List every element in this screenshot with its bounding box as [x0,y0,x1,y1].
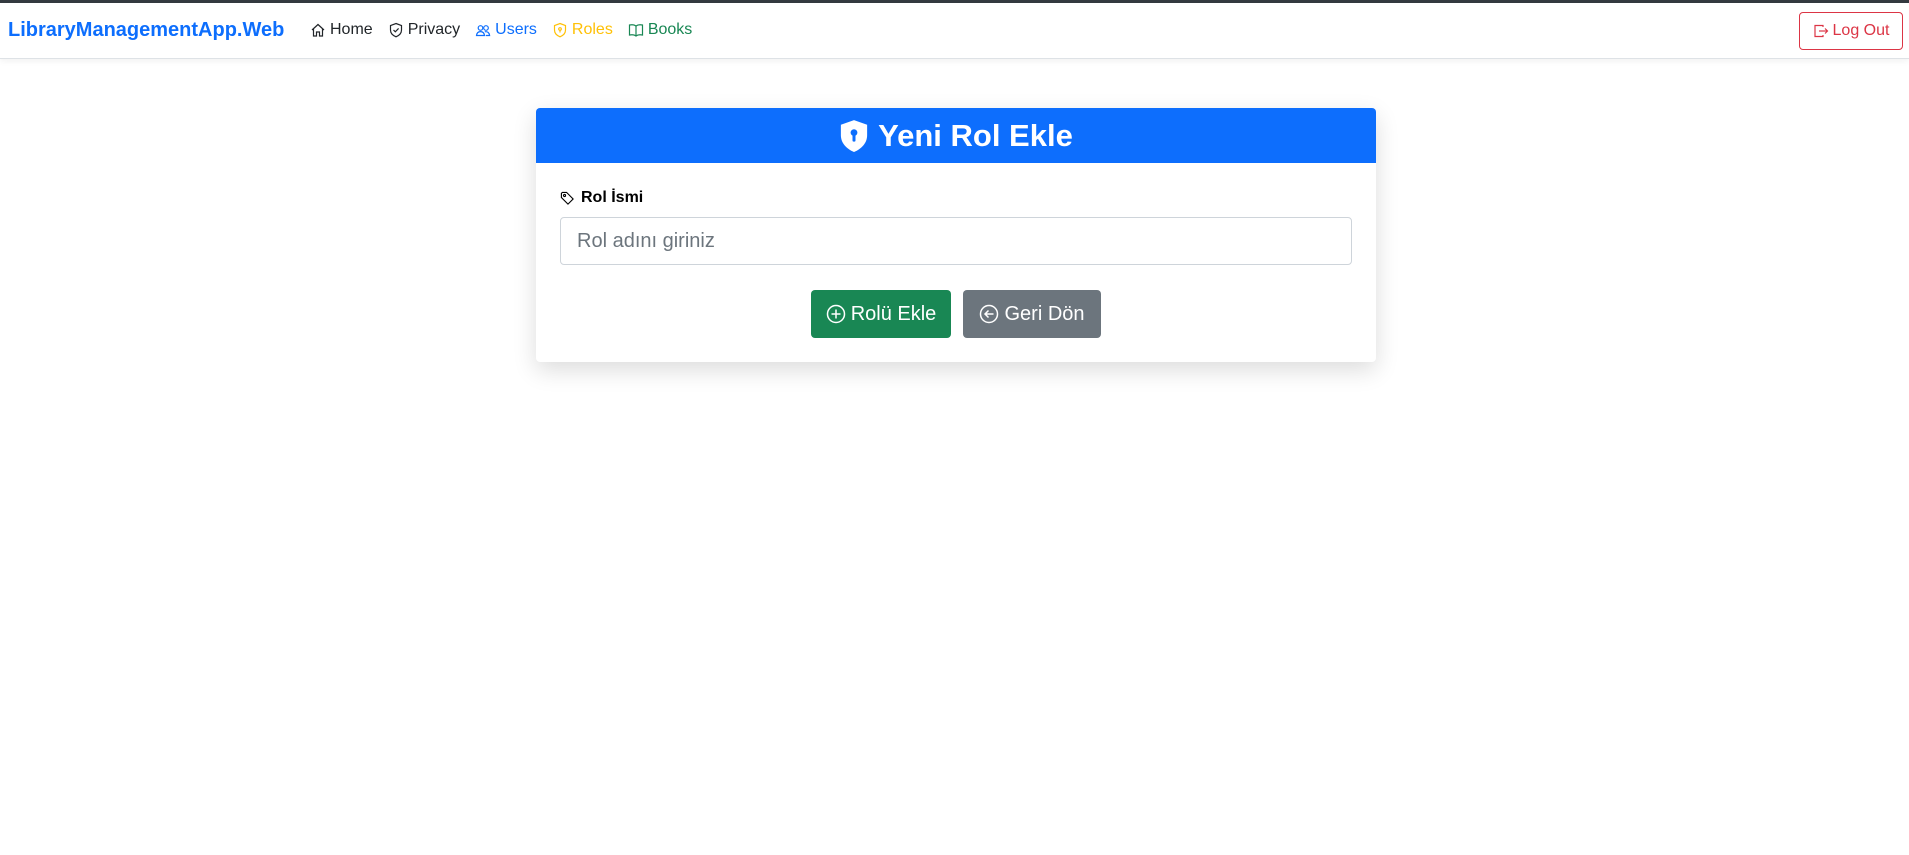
nav-link-privacy[interactable]: Privacy [388,21,460,39]
nav-link-books[interactable]: Books [628,21,692,39]
nav-link-users[interactable]: Users [475,21,537,39]
nav-links: Home Privacy Users Roles Books [310,21,707,39]
role-name-input[interactable] [560,217,1352,265]
brand-link[interactable]: LibraryManagementApp.Web [8,19,284,42]
logout-button[interactable]: Log Out [1799,12,1903,50]
back-label: Geri Dön [1004,302,1085,325]
nav-link-roles[interactable]: Roles [552,21,613,39]
nav-label-users: Users [495,21,537,38]
form-actions: Rolü Ekle Geri Dön [560,290,1352,338]
card-body: Rol İsmi Rolü Ekle Geri Dön [536,189,1376,338]
shield-icon [389,22,402,38]
people-icon [475,25,491,37]
add-role-card: Yeni Rol Ekle Rol İsmi Rolü Ekle Geri Dö… [536,108,1376,362]
nav-label-books: Books [647,21,693,38]
book-icon [628,24,643,37]
house-icon [311,23,325,37]
add-role-label: Rolü Ekle [850,302,937,325]
page-title: Yeni Rol Ekle [878,117,1073,153]
shield-lock-icon [553,22,567,38]
nav-label-roles: Roles [571,21,613,38]
tag-icon [560,191,574,205]
nav-link-home[interactable]: Home [310,21,373,39]
box-arrow-right-icon [1813,24,1828,38]
logout-label: Log Out [1832,22,1890,39]
nav-label-privacy: Privacy [407,21,461,38]
shield-lock-fill-icon [841,119,868,152]
arrow-left-circle-icon [980,304,999,324]
add-role-button[interactable]: Rolü Ekle [811,290,951,338]
nav-label-home: Home [330,21,373,38]
role-name-label-text: Rol İsmi [581,189,644,206]
back-button[interactable]: Geri Dön [963,290,1101,338]
card-header: Yeni Rol Ekle [536,108,1376,163]
plus-circle-icon [826,304,845,324]
role-name-label: Rol İsmi [560,189,1352,207]
navbar: LibraryManagementApp.Web Home Privacy Us… [0,3,1909,59]
